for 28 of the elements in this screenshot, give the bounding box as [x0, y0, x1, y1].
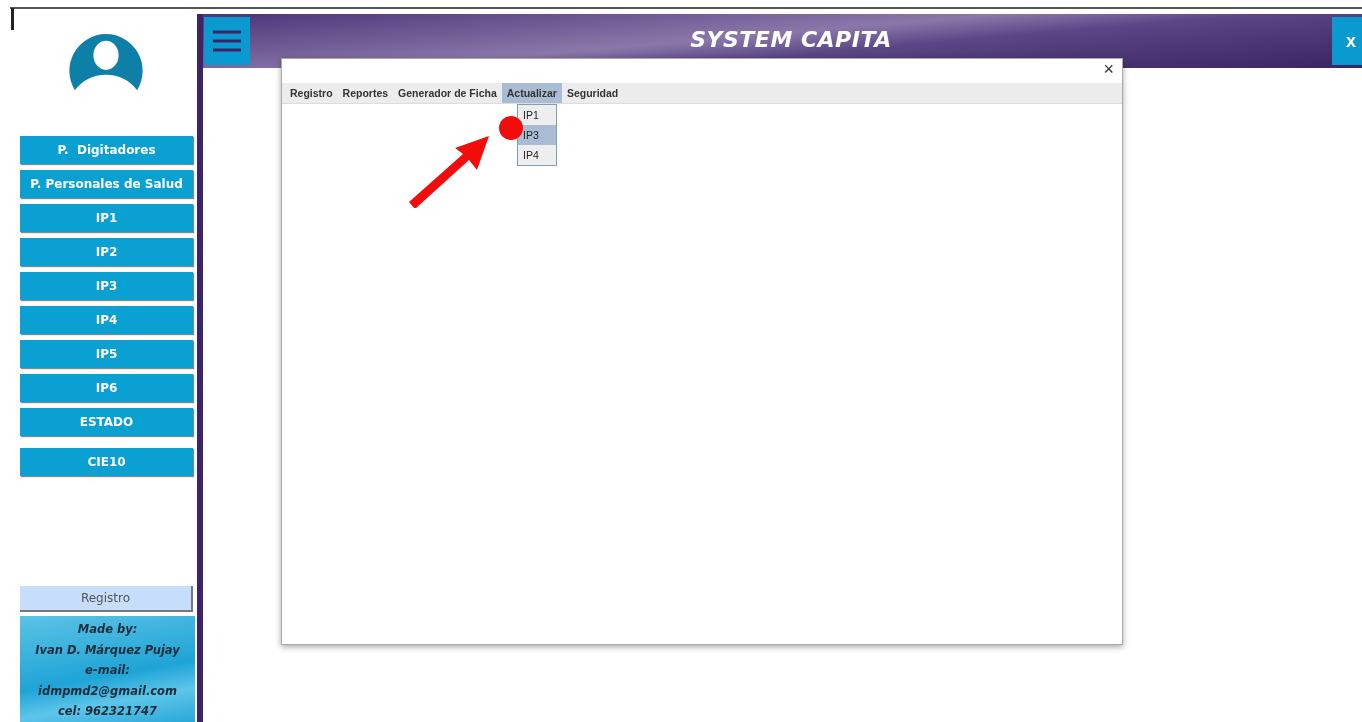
menu-item[interactable]: Seguridad: [561, 83, 624, 103]
credits-text: Made by:: [77, 621, 138, 638]
sidebar-button[interactable]: IP6: [20, 374, 193, 402]
menu-item[interactable]: Registro: [285, 83, 338, 103]
credits-text: idmpmd2@gmail.com: [37, 682, 177, 700]
register-button[interactable]: Registro: [20, 586, 193, 612]
dot-icon: [499, 116, 523, 140]
credits-text: cel: 962321747: [57, 703, 158, 720]
dropdown-item[interactable]: IP3: [518, 125, 556, 145]
menu-item[interactable]: Generador de Ficha: [393, 83, 502, 103]
close-button[interactable]: ×: [1095, 59, 1122, 79]
menu-icon: [212, 28, 242, 54]
menu-item[interactable]: Reportes: [337, 83, 394, 103]
sidebar-button[interactable]: IP1: [20, 204, 193, 232]
app-title: SYSTEM CAPITA: [689, 26, 893, 52]
sidebar-button[interactable]: IP4: [20, 306, 193, 334]
menu-button[interactable]: [204, 17, 250, 65]
sidebar-button[interactable]: IP5: [20, 340, 193, 368]
close-button[interactable]: x: [1332, 17, 1362, 65]
sidebar-button[interactable]: IP2: [20, 238, 193, 266]
sidebar-button[interactable]: P. Digitadores: [20, 136, 193, 164]
credits-text: Ivan D. Márquez Pujay: [35, 641, 180, 659]
sidebar-button[interactable]: IP3: [20, 272, 193, 300]
sidebar-button[interactable]: CIE10: [20, 448, 193, 476]
menu-item[interactable]: Actualizar: [501, 83, 562, 103]
sidebar-button[interactable]: P. Personales de Salud: [20, 170, 193, 198]
sidebar-button[interactable]: ESTADO: [20, 408, 193, 436]
credits-text: e-mail:: [85, 662, 130, 679]
